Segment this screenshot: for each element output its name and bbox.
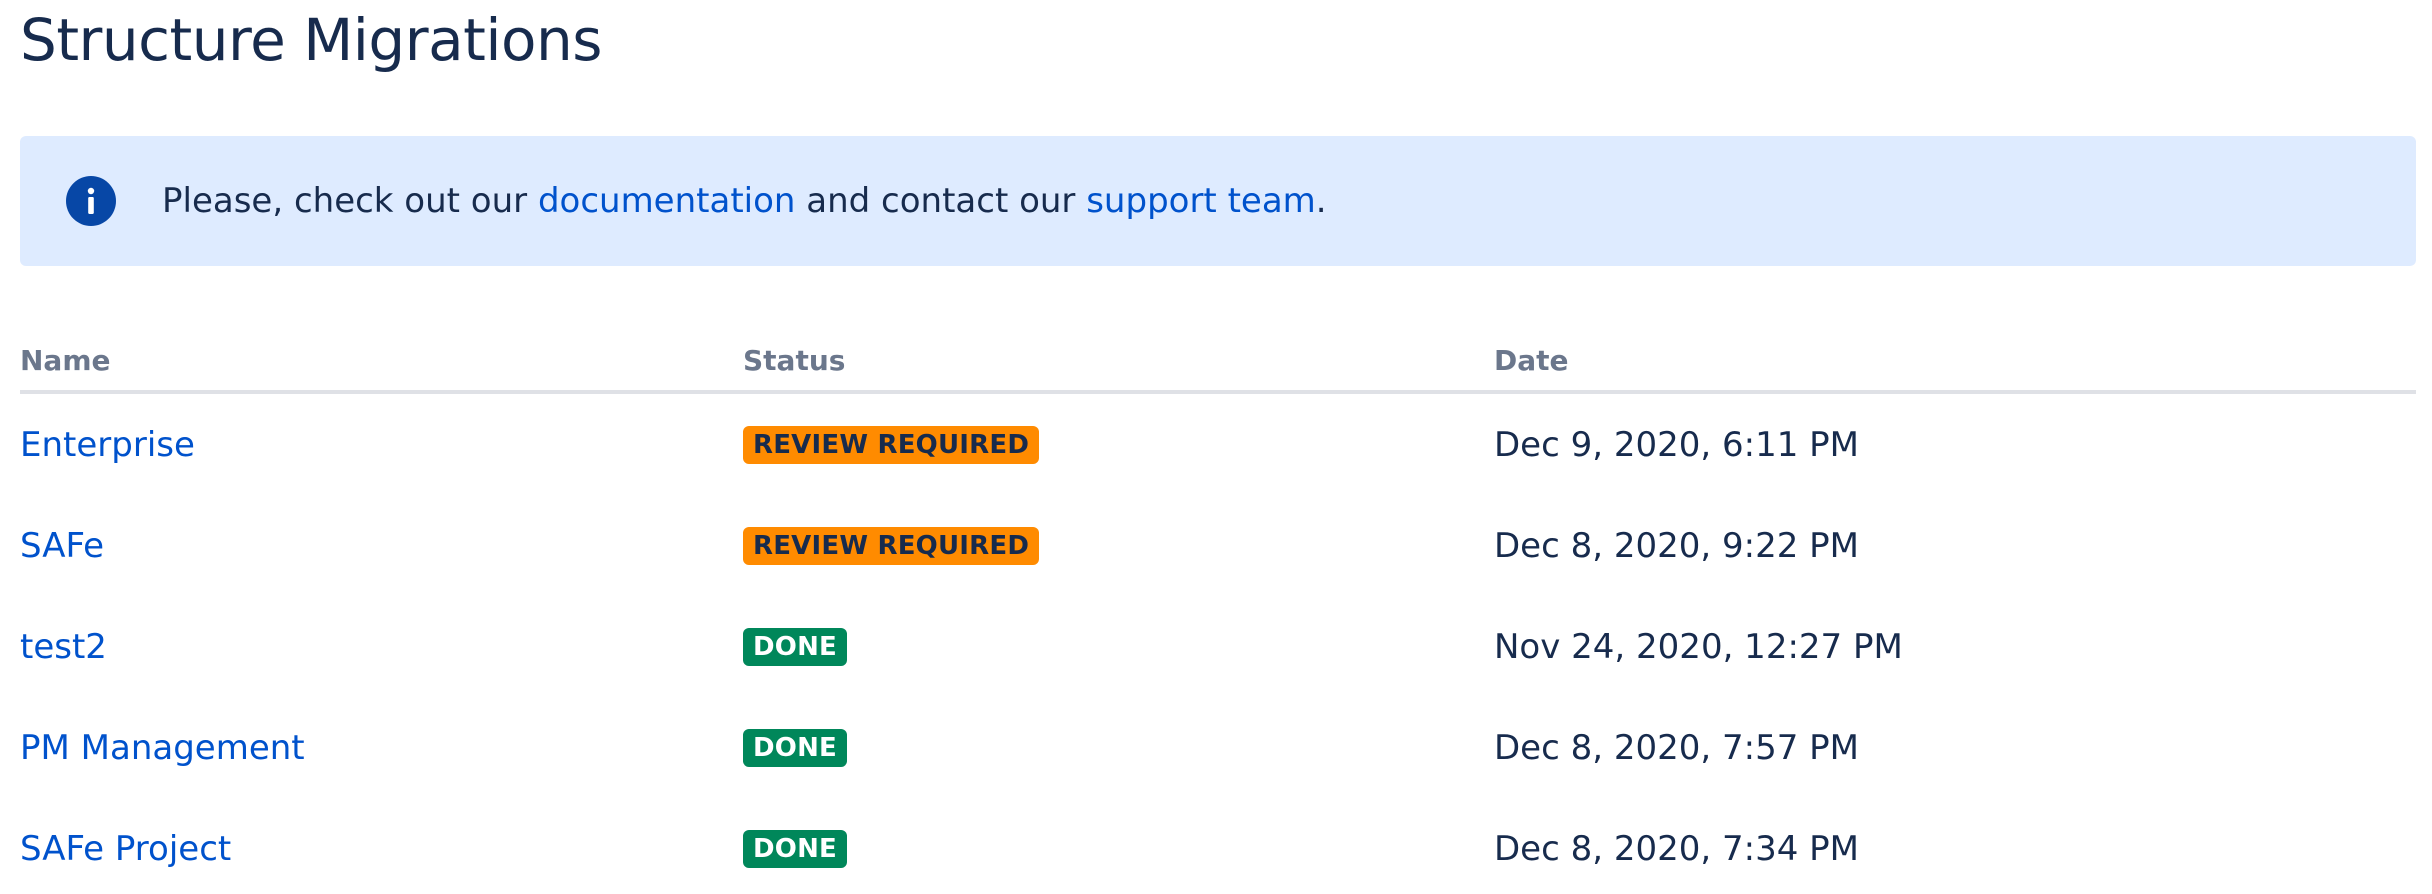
info-text-middle: and contact our: [795, 181, 1087, 221]
migration-name-link[interactable]: test2: [20, 627, 107, 667]
migration-name-link[interactable]: PM Management: [20, 728, 305, 768]
migrations-table: Name Status Date Enterprise REVIEW REQUIR…: [20, 330, 2416, 894]
info-panel: Please, check out our documentation and …: [20, 136, 2416, 266]
date-cell: Dec 8, 2020, 9:22 PM: [1494, 495, 1859, 596]
status-cell: DONE: [743, 596, 848, 697]
table-row: test2 DONE Nov 24, 2020, 12:27 PM: [20, 596, 2416, 697]
header-name[interactable]: Name: [20, 344, 111, 377]
status-cell: DONE: [743, 798, 848, 894]
header-status[interactable]: Status: [743, 344, 845, 377]
name-cell: Enterprise: [20, 394, 195, 495]
page-title: Structure Migrations: [20, 6, 602, 74]
header-date[interactable]: Date: [1494, 344, 1569, 377]
info-text-after: .: [1315, 181, 1327, 221]
info-message: Please, check out our documentation and …: [162, 136, 1327, 266]
date-cell: Dec 8, 2020, 7:57 PM: [1494, 697, 1859, 798]
name-cell: SAFe Project: [20, 798, 231, 894]
date-cell: Nov 24, 2020, 12:27 PM: [1494, 596, 1903, 697]
status-cell: REVIEW REQUIRED: [743, 394, 1040, 495]
migration-name-link[interactable]: Enterprise: [20, 425, 195, 465]
status-badge: DONE: [743, 829, 848, 868]
table-body: Enterprise REVIEW REQUIRED Dec 9, 2020, 6:…: [20, 394, 2416, 894]
migration-name-link[interactable]: SAFe Project: [20, 829, 231, 869]
table-header: Name Status Date: [20, 330, 2416, 394]
status-cell: DONE: [743, 697, 848, 798]
structure-migrations-page: Structure Migrations Please, check out o…: [0, 0, 2432, 894]
name-cell: PM Management: [20, 697, 305, 798]
migration-date: Dec 9, 2020, 6:11 PM: [1494, 424, 1859, 465]
migration-date: Dec 8, 2020, 7:34 PM: [1494, 828, 1859, 869]
name-cell: test2: [20, 596, 107, 697]
support-team-link[interactable]: support team: [1086, 181, 1316, 221]
documentation-link[interactable]: documentation: [538, 181, 796, 221]
name-cell: SAFe: [20, 495, 104, 596]
status-cell: REVIEW REQUIRED: [743, 495, 1040, 596]
table-row: SAFe REVIEW REQUIRED Dec 8, 2020, 9:22 PM: [20, 495, 2416, 596]
table-row: Enterprise REVIEW REQUIRED Dec 9, 2020, 6:…: [20, 394, 2416, 495]
date-cell: Dec 8, 2020, 7:34 PM: [1494, 798, 1859, 894]
table-row: PM Management DONE Dec 8, 2020, 7:57 PM: [20, 697, 2416, 798]
info-icon: [66, 176, 116, 226]
migration-date: Nov 24, 2020, 12:27 PM: [1494, 626, 1903, 667]
date-cell: Dec 9, 2020, 6:11 PM: [1494, 394, 1859, 495]
status-badge: REVIEW REQUIRED: [743, 425, 1040, 464]
status-badge: REVIEW REQUIRED: [743, 526, 1040, 565]
table-row: SAFe Project DONE Dec 8, 2020, 7:34 PM: [20, 798, 2416, 894]
status-badge: DONE: [743, 728, 848, 767]
migration-date: Dec 8, 2020, 7:57 PM: [1494, 727, 1859, 768]
status-badge: DONE: [743, 627, 848, 666]
info-text-before: Please, check out our: [162, 181, 538, 221]
migration-name-link[interactable]: SAFe: [20, 526, 104, 566]
migration-date: Dec 8, 2020, 9:22 PM: [1494, 525, 1859, 566]
